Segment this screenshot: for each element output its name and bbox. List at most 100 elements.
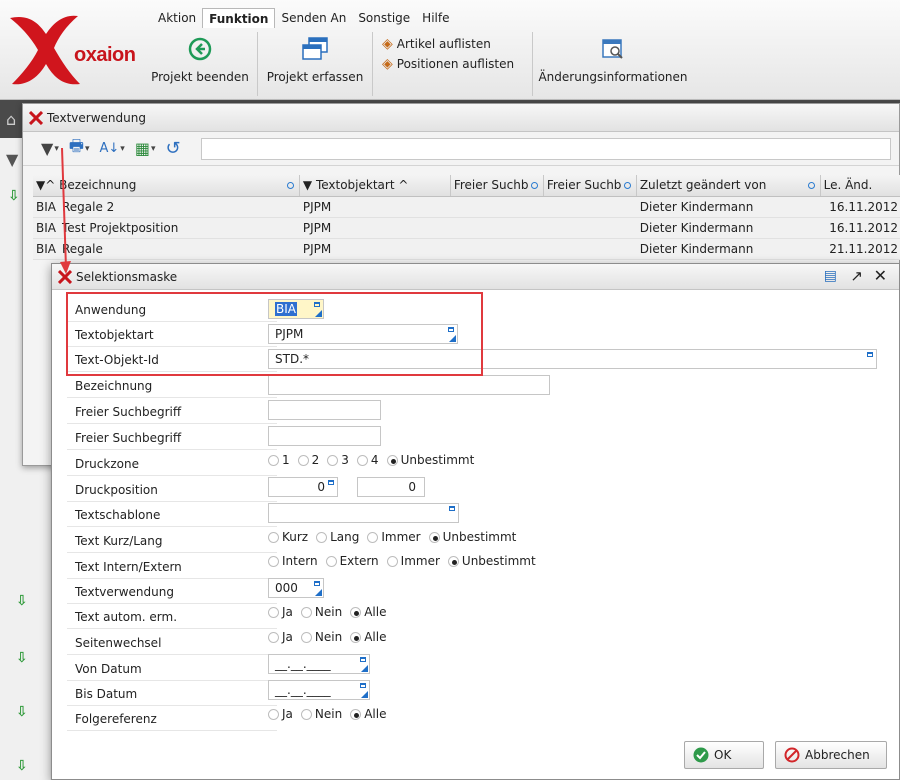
annotation-arrow bbox=[60, 147, 71, 274]
label-textschablone: Textschablone bbox=[67, 502, 277, 527]
close-icon[interactable]: ✕ bbox=[874, 266, 887, 285]
radio-unbestimmt[interactable]: Unbestimmt bbox=[447, 554, 536, 568]
label-bis-datum: Bis Datum bbox=[67, 681, 277, 706]
cube-list-icon: ◈ bbox=[382, 56, 393, 72]
druckposition-to-input[interactable]: 0 bbox=[357, 477, 425, 497]
col-textobjektart[interactable]: ▼ Textobjektart ^ bbox=[300, 175, 451, 196]
export-excel-icon[interactable]: ▦ ▾ bbox=[135, 139, 156, 158]
layout-icon[interactable]: ▤ bbox=[824, 268, 837, 284]
grid-header: ▼^ Bezeichnung ▼ Textobjektart ^ Freier … bbox=[33, 175, 900, 197]
radio-unbestimmt[interactable]: Unbestimmt bbox=[428, 530, 516, 544]
projekt-erfassen-button[interactable]: Projekt erfassen bbox=[262, 34, 368, 84]
radio-nein[interactable]: Nein bbox=[300, 630, 342, 644]
cancel-icon bbox=[784, 747, 800, 763]
ok-label: OK bbox=[714, 748, 732, 762]
radio-nein[interactable]: Nein bbox=[300, 605, 342, 619]
seitenwechsel-radio-group: Ja Nein Alle bbox=[268, 628, 386, 646]
projekt-beenden-button[interactable]: Projekt beenden bbox=[148, 34, 252, 84]
refresh-icon[interactable]: ↺ bbox=[165, 138, 180, 159]
menu-funktion[interactable]: Funktion bbox=[202, 8, 276, 28]
col-le-aend[interactable]: Le. Änd. bbox=[821, 175, 900, 196]
quick-search-input[interactable] bbox=[200, 137, 891, 160]
label-von-datum: Von Datum bbox=[67, 656, 277, 681]
radio-immer[interactable]: Immer bbox=[367, 530, 421, 544]
druckposition-from-input[interactable]: 0 bbox=[268, 477, 338, 497]
radio-immer[interactable]: Immer bbox=[386, 554, 440, 568]
radio-alle[interactable]: Alle bbox=[350, 707, 386, 721]
radio-druckzone-1[interactable]: 1 bbox=[268, 453, 290, 467]
kurz-lang-radio-group: Kurz Lang Immer Unbestimmt bbox=[268, 528, 516, 546]
label-freier-suchbegriff-2: Freier Suchbegriff bbox=[67, 425, 277, 450]
checkmark-icon bbox=[693, 747, 709, 763]
sort-az-icon[interactable]: A↓ ▾ bbox=[99, 141, 124, 156]
radio-ja[interactable]: Ja bbox=[268, 630, 293, 644]
freier-suchbegriff-1-input[interactable] bbox=[268, 400, 381, 420]
calendar-search-icon bbox=[602, 39, 623, 59]
intern-extern-radio-group: Intern Extern Immer Unbestimmt bbox=[268, 552, 536, 570]
home-icon[interactable]: ⌂ bbox=[6, 110, 16, 129]
radio-druckzone-2[interactable]: 2 bbox=[297, 453, 319, 467]
textverwendung-titlebar: Textverwendung bbox=[23, 104, 899, 132]
table-row[interactable]: BIA Test Projektposition PJPM Dieter Kind… bbox=[33, 218, 900, 239]
label-freier-suchbegriff-1: Freier Suchbegriff bbox=[67, 399, 277, 424]
artikel-auflisten-label: Artikel auflisten bbox=[396, 37, 491, 51]
von-datum-input[interactable]: __.__.____ bbox=[268, 654, 370, 674]
download-icon[interactable]: ⇩ bbox=[16, 758, 28, 774]
table-row[interactable]: BIA Regale 2 PJPM Dieter Kindermann 16.11… bbox=[33, 197, 900, 218]
label-textverwendung: Textverwendung bbox=[67, 579, 277, 604]
ribbon: oxaion Aktion Funktion Senden An Sonstig… bbox=[0, 0, 900, 100]
radio-ja[interactable]: Ja bbox=[268, 707, 293, 721]
textschablone-input[interactable] bbox=[268, 503, 459, 523]
bezeichnung-input[interactable] bbox=[268, 375, 550, 395]
exit-circle-icon bbox=[188, 37, 212, 61]
radio-druckzone-unbestimmt[interactable]: Unbestimmt bbox=[386, 453, 474, 467]
label-text-autom-erm: Text autom. erm. bbox=[67, 604, 277, 629]
download-icon[interactable]: ⇩ bbox=[16, 650, 28, 666]
radio-ja[interactable]: Ja bbox=[268, 605, 293, 619]
col-zuletzt-geaendert[interactable]: Zuletzt geändert von bbox=[637, 175, 821, 196]
abbrechen-label: Abbrechen bbox=[805, 748, 870, 762]
label-druckposition: Druckposition bbox=[67, 477, 277, 502]
menu-sonstige[interactable]: Sonstige bbox=[352, 8, 416, 28]
radio-druckzone-3[interactable]: 3 bbox=[327, 453, 349, 467]
cube-list-icon: ◈ bbox=[382, 36, 393, 52]
logo-text: oxaion bbox=[74, 44, 136, 66]
dialog-title: Selektionsmaske bbox=[76, 269, 178, 284]
bis-datum-input[interactable]: __.__.____ bbox=[268, 680, 370, 700]
artikel-auflisten-button[interactable]: ◈ Artikel auflisten bbox=[382, 36, 491, 52]
col-freier-suchb-1[interactable]: Freier Suchb bbox=[451, 175, 544, 196]
radio-kurz[interactable]: Kurz bbox=[268, 530, 308, 544]
label-text-intern-extern: Text Intern/Extern bbox=[67, 554, 277, 579]
radio-intern[interactable]: Intern bbox=[268, 554, 318, 568]
maximize-arrow-icon[interactable]: ↗ bbox=[850, 267, 863, 285]
label-text-kurz-lang: Text Kurz/Lang bbox=[67, 528, 277, 553]
download-icon[interactable]: ⇩ bbox=[16, 593, 28, 609]
radio-nein[interactable]: Nein bbox=[300, 707, 342, 721]
menu-hilfe[interactable]: Hilfe bbox=[416, 8, 455, 28]
filter-icon[interactable]: ▼ bbox=[6, 150, 18, 169]
radio-alle[interactable]: Alle bbox=[350, 605, 386, 619]
radio-alle[interactable]: Alle bbox=[350, 630, 386, 644]
col-freier-suchb-2[interactable]: Freier Suchb bbox=[544, 175, 637, 196]
menu-senden-an[interactable]: Senden An bbox=[275, 8, 352, 28]
highlight-box bbox=[66, 292, 483, 376]
positionen-auflisten-label: Positionen auflisten bbox=[396, 57, 515, 71]
abbrechen-button[interactable]: Abbrechen bbox=[775, 741, 887, 769]
aenderungsinformationen-label: Änderungsinformationen bbox=[538, 70, 688, 84]
ok-button[interactable]: OK bbox=[684, 741, 764, 769]
radio-lang[interactable]: Lang bbox=[316, 530, 359, 544]
menu-aktion[interactable]: Aktion bbox=[152, 8, 202, 28]
radio-extern[interactable]: Extern bbox=[325, 554, 379, 568]
freier-suchbegriff-2-input[interactable] bbox=[268, 426, 381, 446]
label-seitenwechsel: Seitenwechsel bbox=[67, 630, 277, 655]
app-logo-icon bbox=[29, 110, 43, 125]
radio-druckzone-4[interactable]: 4 bbox=[356, 453, 379, 467]
positionen-auflisten-button[interactable]: ◈ Positionen auflisten bbox=[382, 56, 514, 72]
download-icon[interactable]: ⇩ bbox=[16, 704, 28, 720]
textverwendung-input[interactable]: 000 bbox=[268, 578, 324, 598]
aenderungsinformationen-button[interactable]: Änderungsinformationen bbox=[538, 34, 688, 84]
download-icon[interactable]: ⇩ bbox=[8, 188, 20, 204]
table-row[interactable]: BIA Regale PJPM Dieter Kindermann 21.11.2… bbox=[33, 239, 900, 260]
result-grid: ▼^ Bezeichnung ▼ Textobjektart ^ Freier … bbox=[33, 175, 900, 260]
folgereferenz-radio-group: Ja Nein Alle bbox=[268, 705, 386, 723]
